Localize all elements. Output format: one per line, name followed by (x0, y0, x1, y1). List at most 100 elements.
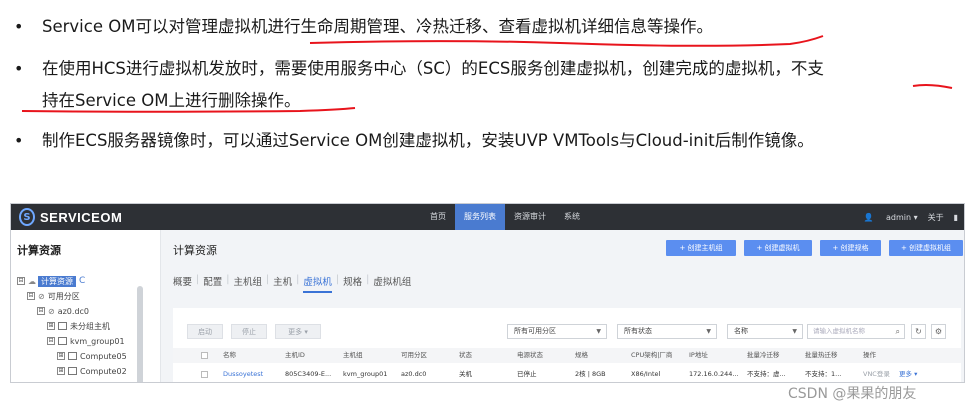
bullet-text: Service OM可以对管理虚拟机进行生命周期管理、冷热迁移、查看虚拟机详细信… (42, 17, 713, 36)
bullet-text-line1: 在使用HCS进行虚拟机发放时，需要使用服务中心（SC）的ECS服务创建虚拟机，创… (42, 59, 824, 78)
zone-icon: ⊘ (38, 291, 45, 301)
tab-config[interactable]: 配置 (203, 274, 222, 293)
host-icon (68, 367, 77, 375)
col-actions: 操作 (863, 351, 876, 359)
tree-node-label: kvm_group01 (70, 336, 125, 346)
tab-hosts[interactable]: 主机 (273, 274, 292, 293)
tree-node-compute05[interactable]: ⊞ Compute05 (57, 349, 127, 363)
host-group-icon (58, 322, 67, 330)
col-status[interactable]: 状态 (459, 348, 472, 363)
status-filter-select[interactable]: 所有状态 ▼ (617, 324, 717, 339)
field-filter-select[interactable]: 名称 ▼ (727, 324, 803, 339)
tree-node-label: Compute05 (80, 351, 127, 361)
tab-divider: | (226, 274, 230, 285)
refresh-button[interactable]: ↻ (911, 324, 926, 339)
nav-item-resource-audit[interactable]: 资源审计 (505, 204, 555, 230)
slide-bullets: • Service OM可以对管理虚拟机进行生命周期管理、冷热迁移、查看虚拟机详… (0, 0, 979, 170)
top-right-extra[interactable]: ▮ (954, 213, 958, 222)
expand-icon[interactable]: ⊞ (57, 352, 65, 360)
column-settings-button[interactable]: ⚙ (931, 324, 946, 339)
vm-search-input[interactable]: 请输入虚拟机名称 ⌕ (807, 324, 905, 339)
underline-mark-2 (912, 83, 953, 89)
col-ip[interactable]: IP地址 (689, 348, 708, 363)
caret-down-icon: ▼ (706, 328, 711, 335)
tree-node-compute02[interactable]: ⊞ Compute02 (57, 364, 127, 378)
collapse-icon[interactable]: ⊟ (37, 307, 45, 315)
start-button[interactable]: 启动 (187, 324, 223, 339)
search-icon[interactable]: ⌕ (896, 325, 900, 338)
col-hot-migrate[interactable]: 批量热迁移 (805, 348, 838, 363)
collapse-icon[interactable]: ⊟ (17, 277, 25, 285)
expand-icon[interactable]: ⊞ (57, 367, 65, 375)
about-link[interactable]: 关于 (928, 212, 944, 223)
sidebar-scrollbar[interactable] (137, 286, 143, 382)
tree-node-label: 未分组主机 (70, 321, 110, 331)
vnc-login-link[interactable]: VNC登录 (863, 367, 890, 382)
stop-button[interactable]: 停止 (231, 324, 267, 339)
tree-node-label: 可用分区 (47, 291, 80, 301)
create-flavor-button[interactable]: + 创建规格 (820, 240, 881, 256)
vm-name-link[interactable]: Dussoyetest (223, 367, 263, 382)
more-actions-button[interactable]: 更多 ▾ (275, 324, 321, 339)
create-vm-button[interactable]: + 创建虚拟机 (744, 240, 812, 256)
nav-item-home[interactable]: 首页 (421, 204, 455, 230)
logo: S SERVICEOM (19, 207, 122, 227)
bullet-dot: • (14, 17, 24, 36)
zone-filter-value: 所有可用分区 (514, 327, 556, 335)
col-name[interactable]: 名称 (223, 348, 236, 363)
refresh-icon[interactable]: C (79, 276, 85, 286)
bullet-text: 制作ECS服务器镜像时，可以通过Service OM创建虚拟机，安装UVP VM… (42, 131, 814, 150)
tab-flavors[interactable]: 规格 (343, 274, 362, 293)
col-cpu-arch[interactable]: CPU架构|厂商 (631, 348, 672, 363)
tab-divider: | (265, 274, 270, 285)
col-power-state[interactable]: 电源状态 (517, 348, 543, 363)
cloud-icon: ☁ (28, 276, 36, 286)
collapse-icon[interactable]: ⊟ (27, 292, 35, 300)
expand-icon[interactable]: ⊞ (47, 322, 55, 330)
main-nav: 首页 服务列表 资源审计 系统 (421, 204, 589, 230)
vm-list-panel: 启动 停止 更多 ▾ 所有可用分区 ▼ 所有状态 ▼ 名称 ▼ 请输入虚拟机名称… (173, 308, 961, 382)
cell-status: 关机 (459, 370, 472, 378)
col-cold-migrate[interactable]: 批量冷迁移 (747, 348, 780, 363)
zone-filter-select[interactable]: 所有可用分区 ▼ (507, 324, 607, 339)
user-icon: 👤 (863, 212, 874, 222)
sidebar-title: 计算资源 (17, 244, 61, 257)
tree-node-az0[interactable]: ⊟ ⊘ az0.dc0 (37, 304, 89, 318)
tab-vm-groups[interactable]: 虚拟机组 (373, 274, 411, 293)
cell-cold-migrate: 不支持：虚... (747, 370, 786, 378)
col-host-group[interactable]: 主机组 (343, 348, 363, 363)
nav-item-service-list[interactable]: 服务列表 (455, 204, 505, 230)
table-row[interactable]: Dussoyetest 805C3409-E... kvm_group01 az… (173, 367, 961, 382)
tab-divider: | (296, 274, 300, 285)
tab-host-groups[interactable]: 主机组 (233, 274, 262, 293)
field-filter-value: 名称 (734, 327, 748, 335)
row-more-menu[interactable]: 更多 ▾ (899, 367, 917, 382)
user-menu[interactable]: 👤 admin ▾ (853, 213, 917, 222)
refresh-icon: ↻ (915, 327, 922, 336)
tree-node-label: 计算资源 (38, 275, 76, 287)
page-title: 计算资源 (173, 244, 217, 257)
create-vm-group-button[interactable]: + 创建虚拟机组 (889, 240, 963, 256)
cell-ip: 172.16.0.244... (689, 370, 739, 378)
create-host-group-button[interactable]: + 创建主机组 (666, 240, 736, 256)
tree-node-label: Compute02 (80, 366, 127, 376)
tree-node-compute-resources[interactable]: ⊟ ☁ 计算资源 C (17, 274, 85, 288)
nav-item-system[interactable]: 系统 (555, 204, 589, 230)
col-flavor[interactable]: 规格 (575, 348, 588, 363)
tree-node-ungrouped-hosts[interactable]: ⊞ 未分组主机 (47, 319, 110, 333)
tab-divider: | (196, 274, 200, 285)
col-host-id[interactable]: 主机ID (285, 348, 305, 363)
resource-tabs: 概要 | 配置 | 主机组 | 主机 | 虚拟机 | 规格 | 虚拟机组 (173, 274, 415, 293)
row-checkbox[interactable] (201, 371, 208, 378)
cell-host-id: 805C3409-E... (285, 370, 332, 378)
collapse-icon[interactable]: ⊟ (47, 337, 55, 345)
tree-node-kvm-group01[interactable]: ⊟ kvm_group01 (47, 334, 125, 348)
tree-node-availability-zones[interactable]: ⊟ ⊘ 可用分区 (27, 289, 80, 303)
cell-power-state: 已停止 (517, 370, 537, 378)
bullet-text-line2: 持在Service OM上进行删除操作。 (42, 91, 301, 110)
tab-virtual-machines[interactable]: 虚拟机 (303, 274, 332, 293)
tab-overview[interactable]: 概要 (173, 274, 192, 293)
col-zone[interactable]: 可用分区 (401, 348, 427, 363)
select-all-checkbox[interactable] (201, 352, 208, 359)
service-om-screenshot: S SERVICEOM 首页 服务列表 资源审计 系统 👤 admin ▾ 关于… (10, 203, 965, 383)
